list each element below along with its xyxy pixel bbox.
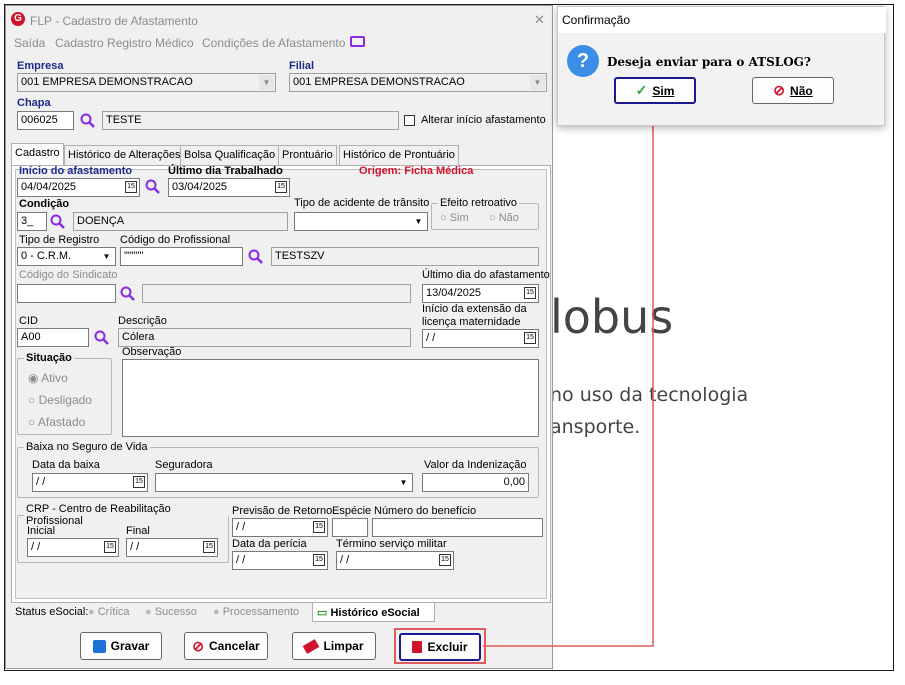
check-icon: ✓: [635, 82, 648, 98]
question-icon: ?: [567, 45, 599, 77]
sim-label: Sim: [652, 83, 675, 98]
cancel-icon: ⊘: [773, 82, 786, 98]
sim-button[interactable]: ✓ Sim: [614, 77, 696, 104]
dialog-title: Confirmação: [558, 7, 886, 33]
dialog-message: Deseja enviar para o ATSLOG?: [607, 55, 811, 69]
nao-button[interactable]: ⊘ Não: [752, 77, 834, 104]
confirm-dialog: Confirmação ? Deseja enviar para o ATSLO…: [557, 6, 886, 126]
nao-label: Não: [790, 83, 813, 98]
